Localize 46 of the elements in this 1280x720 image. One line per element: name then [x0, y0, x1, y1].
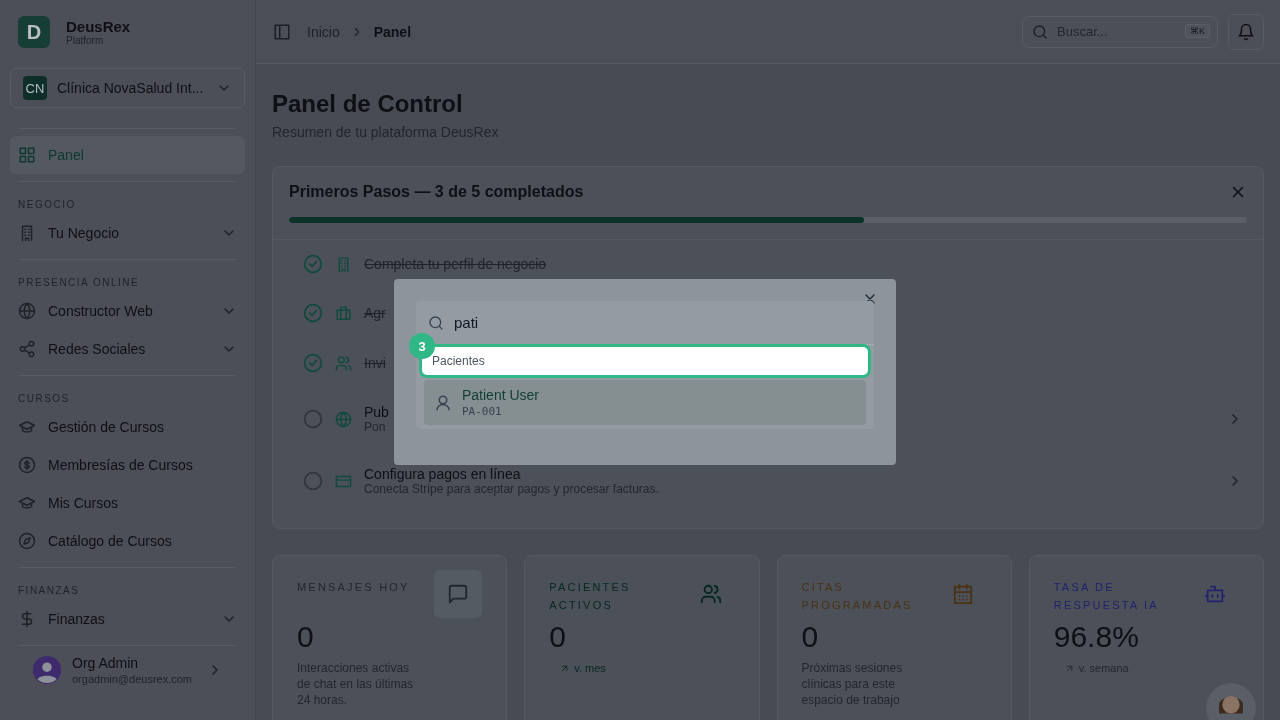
stat-label: CITAS PROGRAMADAS — [801, 580, 914, 613]
globe-icon — [18, 302, 36, 320]
bell-icon — [1237, 22, 1255, 41]
sidebar-toggle-icon[interactable] — [273, 22, 291, 41]
user-icon — [434, 393, 452, 412]
page-title: Panel de Control — [272, 90, 464, 118]
avatar-icon — [32, 655, 62, 685]
notifications-button[interactable] — [1228, 13, 1264, 50]
search-icon — [1032, 23, 1048, 40]
nav-item[interactable]: Mis Cursos — [10, 484, 245, 522]
coin-icon — [18, 456, 36, 474]
brand-logo: D — [18, 16, 50, 48]
briefcase-icon — [335, 304, 352, 322]
breadcrumb-item: Panel — [373, 23, 412, 40]
share-icon — [18, 340, 36, 358]
stat-label: PACIENTES ACTIVOS — [549, 580, 632, 613]
chat-bubble-icon — [434, 570, 483, 618]
nav-item[interactable]: Gestión de Cursos — [10, 408, 245, 446]
stat-value: 0 — [549, 620, 567, 654]
brand-name: DeusRex — [66, 18, 131, 35]
organization-selector[interactable]: CN Clínica NovaSalud Int... — [10, 68, 245, 108]
nav-item[interactable]: Membresías de Cursos — [10, 446, 245, 484]
stat-value: 96.8% — [1053, 620, 1140, 654]
nav-item[interactable]: Constructor Web — [10, 292, 245, 330]
nav-item[interactable]: Redes Sociales — [10, 330, 245, 368]
compass-icon — [18, 532, 36, 550]
globe-icon — [335, 410, 352, 428]
nav-item[interactable]: Tu Negocio — [10, 214, 245, 252]
nav-item[interactable]: Catálogo de Cursos — [10, 522, 245, 560]
result-title: Patient User — [462, 387, 540, 403]
users-icon — [335, 354, 352, 372]
nav-item[interactable]: Finanzas — [10, 600, 245, 638]
step-title: Pub — [364, 404, 389, 420]
nav-item[interactable]: Panel — [10, 136, 245, 174]
assistant-avatar-icon[interactable] — [1205, 682, 1257, 720]
graduation-cap-icon — [18, 418, 36, 436]
grid-icon — [18, 146, 36, 164]
step-title: Configura pagos en línea — [364, 466, 522, 482]
search-result[interactable]: Patient User PA-001 — [424, 380, 866, 425]
trend-badge: v. mes — [559, 662, 606, 674]
stat-value: 0 — [297, 620, 315, 654]
search-icon — [428, 315, 444, 331]
result-code: PA-001 — [462, 405, 503, 418]
stat-value: 0 — [801, 620, 820, 654]
card-title: Primeros Pasos — 3 de 5 completados — [289, 183, 584, 201]
graduation-cap-icon — [18, 494, 36, 512]
